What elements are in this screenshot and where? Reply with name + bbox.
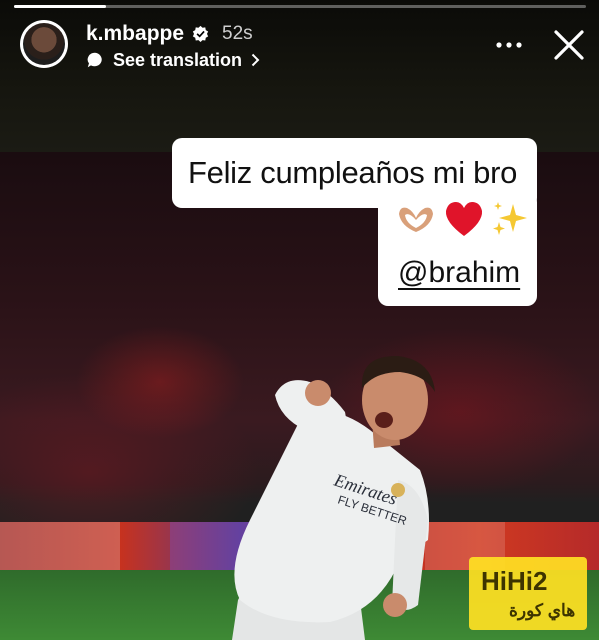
red-heart-icon — [445, 202, 483, 236]
caption-text: Feliz cumpleaños mi bro — [188, 155, 518, 190]
avatar[interactable] — [20, 20, 68, 68]
heart-hands-icon — [399, 207, 433, 232]
avatar-image — [23, 23, 65, 65]
chevron-right-icon — [251, 53, 260, 67]
watermark-logo: HiHi2 هاي كورة — [469, 557, 587, 630]
close-icon[interactable] — [553, 29, 585, 61]
more-options-button[interactable] — [494, 30, 524, 60]
story-username[interactable]: k.mbappe — [86, 22, 184, 46]
see-translation-label: See translation — [113, 49, 243, 70]
story-progress-bar — [14, 5, 586, 8]
story-viewer: Emirates FLY BETTER k.mbappe 52s See tra… — [0, 0, 599, 640]
speech-bubble-icon — [87, 52, 102, 68]
story-progress-fill — [14, 5, 106, 8]
verified-badge-icon — [192, 25, 209, 42]
watermark-tagline: هاي كورة — [509, 601, 576, 620]
watermark-brand: HiHi2 — [481, 566, 548, 596]
more-dots-icon — [496, 42, 522, 48]
mention-link[interactable]: @brahim — [398, 256, 520, 290]
emoji-row — [395, 200, 529, 238]
see-translation-link[interactable]: See translation — [86, 49, 260, 71]
story-timestamp: 52s — [222, 23, 253, 44]
caption-sticker: Feliz cumpleaños mi bro — [172, 138, 537, 208]
sparkles-icon — [493, 202, 527, 235]
